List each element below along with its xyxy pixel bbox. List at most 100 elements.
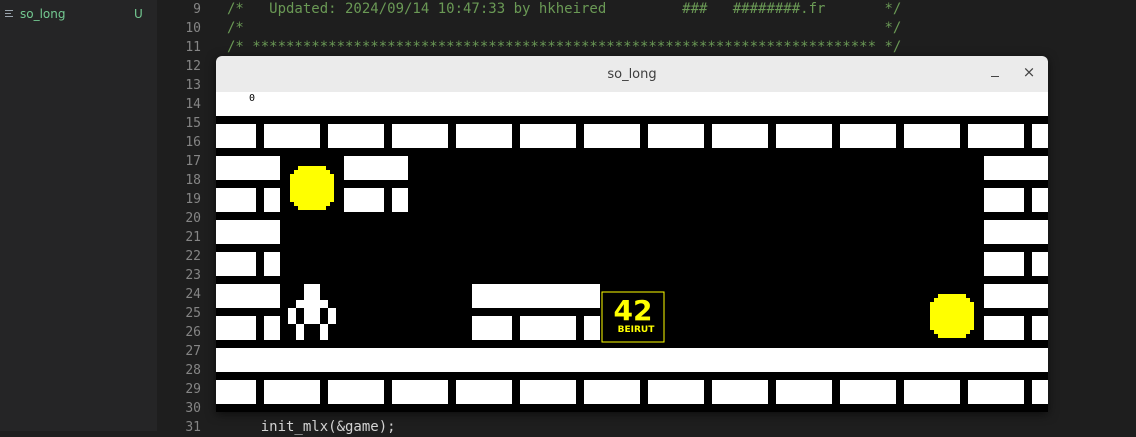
wall-brick xyxy=(712,124,728,148)
line-number: 31 xyxy=(185,420,201,435)
wall-brick xyxy=(1032,316,1048,340)
wall-brick xyxy=(216,220,240,244)
line-number: 17 xyxy=(185,154,201,169)
wall-brick xyxy=(456,380,472,404)
wall-brick xyxy=(712,380,728,404)
wall-brick xyxy=(392,188,408,212)
wall-brick xyxy=(840,124,856,148)
wall-brick xyxy=(368,156,408,180)
wall-brick xyxy=(904,124,920,148)
wall-brick xyxy=(728,92,752,116)
wall-brick xyxy=(840,380,856,404)
wall-brick xyxy=(408,92,432,116)
line-number: 25 xyxy=(185,306,201,321)
wall-brick xyxy=(816,92,856,116)
wall-brick xyxy=(728,124,768,148)
file-name: so_long xyxy=(20,7,66,21)
wall-brick xyxy=(240,92,280,116)
wall-brick xyxy=(600,348,624,372)
wall-brick xyxy=(752,348,792,372)
wall-brick xyxy=(600,380,640,404)
wall-brick xyxy=(728,348,752,372)
wall-brick xyxy=(536,380,576,404)
wall-brick xyxy=(664,92,688,116)
wall-brick xyxy=(392,124,408,148)
code-line: /* Updated: 2024/09/14 10:47:33 by hkhei… xyxy=(227,1,902,17)
wall-brick xyxy=(432,348,472,372)
wall-brick xyxy=(776,124,792,148)
wall-brick xyxy=(688,348,728,372)
wall-brick xyxy=(792,380,832,404)
wall-brick xyxy=(280,124,320,148)
wall-brick xyxy=(968,124,984,148)
wall-brick xyxy=(280,380,320,404)
wall-brick xyxy=(240,156,280,180)
wall-brick xyxy=(392,380,408,404)
exit-logo-city: BEIRUT xyxy=(618,325,656,335)
move-counter: 0 xyxy=(249,93,256,104)
wall-brick xyxy=(1032,252,1048,276)
wall-brick xyxy=(520,380,536,404)
line-number: 18 xyxy=(185,173,201,188)
wall-brick xyxy=(536,284,560,308)
wall-brick xyxy=(368,92,408,116)
wall-brick xyxy=(624,348,664,372)
wall-brick xyxy=(968,380,984,404)
minimize-icon[interactable] xyxy=(988,64,1002,80)
explorer-file-item[interactable]: so_long U xyxy=(0,3,157,25)
wall-brick xyxy=(304,92,344,116)
wall-brick xyxy=(560,348,600,372)
wall-brick xyxy=(496,284,536,308)
code-line: init_mlx(&game); xyxy=(227,419,396,435)
so-long-window[interactable]: so_long × 42 BEIRUT 0 xyxy=(216,56,1048,412)
wall-brick xyxy=(624,92,664,116)
wall-brick xyxy=(584,124,600,148)
wall-brick xyxy=(984,252,1024,276)
wall-brick xyxy=(216,348,240,372)
wall-brick xyxy=(856,124,896,148)
line-number: 30 xyxy=(185,401,201,416)
game-map: 42BEIRUT xyxy=(216,92,1048,404)
line-number: 9 xyxy=(193,2,201,17)
line-number: 24 xyxy=(185,287,201,302)
wall-brick xyxy=(984,284,1008,308)
player-sprite xyxy=(328,308,336,324)
wall-brick xyxy=(328,380,344,404)
wall-brick xyxy=(584,380,600,404)
line-number: 20 xyxy=(185,211,201,226)
wall-brick xyxy=(240,220,280,244)
window-titlebar[interactable]: so_long × xyxy=(216,56,1048,92)
wall-brick xyxy=(664,380,704,404)
wall-brick xyxy=(880,92,920,116)
wall-brick xyxy=(472,124,512,148)
file-lines-icon xyxy=(5,10,13,18)
player-sprite xyxy=(304,284,320,300)
wall-brick xyxy=(776,380,792,404)
close-icon[interactable]: × xyxy=(1020,63,1038,81)
wall-brick xyxy=(280,92,304,116)
wall-brick xyxy=(536,316,576,340)
wall-brick xyxy=(792,124,832,148)
player-sprite xyxy=(296,324,304,340)
player-sprite xyxy=(288,308,296,324)
line-number: 26 xyxy=(185,325,201,340)
wall-brick xyxy=(856,380,896,404)
wall-brick xyxy=(984,316,1024,340)
wall-brick xyxy=(432,92,472,116)
exit-logo-number: 42 xyxy=(614,294,653,327)
line-number: 14 xyxy=(185,97,201,112)
wall-brick xyxy=(1008,348,1048,372)
wall-brick xyxy=(328,124,344,148)
wall-brick xyxy=(664,124,704,148)
wall-brick xyxy=(1008,156,1048,180)
line-number: 23 xyxy=(185,268,201,283)
line-number: 29 xyxy=(185,382,201,397)
code-line: /* */ xyxy=(227,20,902,36)
wall-brick xyxy=(216,92,240,116)
window-title: so_long xyxy=(607,67,657,82)
wall-brick xyxy=(216,252,256,276)
wall-brick xyxy=(264,124,280,148)
wall-brick xyxy=(344,188,384,212)
wall-brick xyxy=(264,188,280,212)
player-sprite xyxy=(320,324,328,340)
